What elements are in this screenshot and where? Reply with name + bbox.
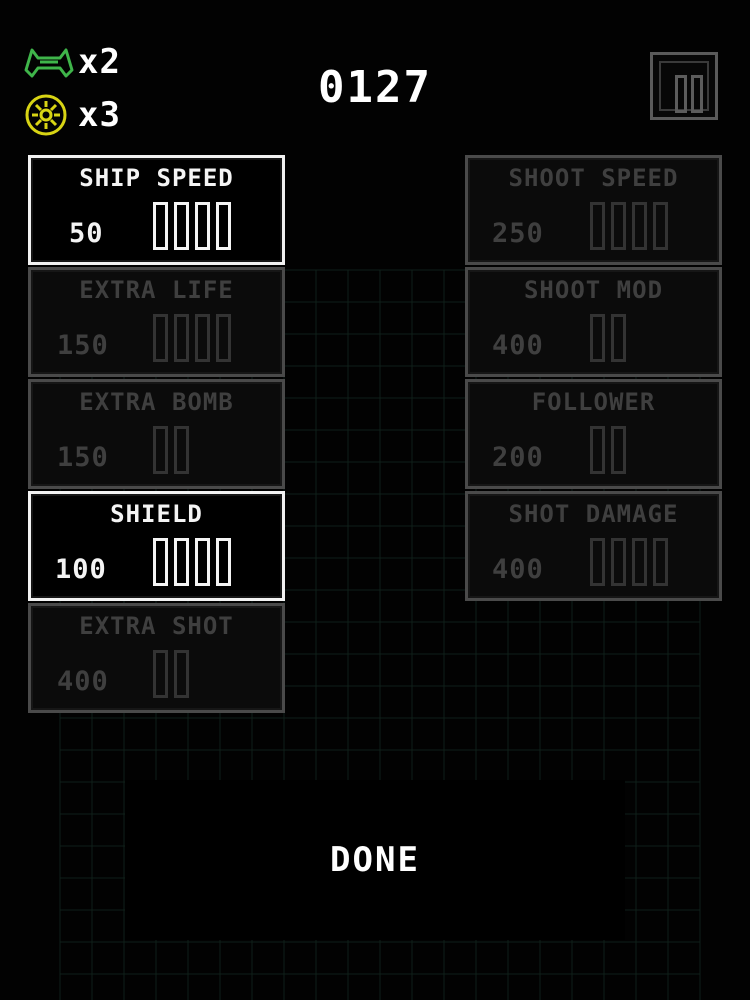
done-button[interactable]: DONE — [125, 780, 625, 940]
upgrade-level-slot — [174, 426, 189, 474]
upgrade-level-slots — [153, 202, 231, 256]
upgrade-level-slot — [174, 650, 189, 698]
upgrade-level-slot — [216, 538, 231, 586]
upgrade-cost: 400 — [492, 330, 544, 361]
upgrade-cost: 400 — [57, 666, 109, 697]
upgrade-shot-damage[interactable]: SHOT DAMAGE 400 — [465, 491, 722, 601]
pause-button[interactable] — [650, 52, 718, 120]
upgrade-level-slot — [653, 538, 668, 586]
upgrade-level-slot — [153, 538, 168, 586]
upgrade-extra-bomb[interactable]: EXTRA BOMB 150 — [28, 379, 285, 489]
upgrade-cost: 150 — [57, 330, 109, 361]
upgrade-screen: x2 x3 0127 SHIP SPEED 50 EXTRA LIFE 150 — [0, 0, 750, 1000]
upgrade-level-slot — [632, 202, 647, 250]
upgrade-cost: 400 — [492, 554, 544, 585]
upgrade-title: EXTRA BOMB — [79, 388, 234, 416]
upgrade-level-slot — [611, 314, 626, 362]
upgrade-level-slots — [153, 314, 231, 368]
upgrade-title: EXTRA SHOT — [79, 612, 234, 640]
upgrade-follower[interactable]: FOLLOWER 200 — [465, 379, 722, 489]
upgrade-title: SHOOT MOD — [523, 276, 664, 304]
upgrade-level-slot — [611, 538, 626, 586]
upgrade-cost: 250 — [492, 218, 544, 249]
upgrade-shoot-speed[interactable]: SHOOT SPEED 250 — [465, 155, 722, 265]
score-display: 0127 — [318, 62, 432, 113]
upgrade-level-slots — [590, 314, 626, 368]
lives-count: x2 — [78, 42, 121, 82]
upgrade-level-slot — [611, 426, 626, 474]
upgrade-level-slot — [195, 538, 210, 586]
upgrade-level-slot — [653, 202, 668, 250]
upgrade-extra-shot[interactable]: EXTRA SHOT 400 — [28, 603, 285, 713]
upgrade-level-slot — [590, 202, 605, 250]
bombs-indicator: x3 — [22, 93, 121, 137]
upgrade-level-slot — [153, 650, 168, 698]
upgrade-extra-life[interactable]: EXTRA LIFE 150 — [28, 267, 285, 377]
upgrade-title: SHIP SPEED — [79, 164, 234, 192]
upgrade-level-slot — [174, 314, 189, 362]
upgrade-cost: 50 — [69, 218, 104, 249]
upgrade-level-slot — [590, 538, 605, 586]
bombs-count: x3 — [78, 95, 121, 135]
upgrade-cost: 100 — [55, 554, 107, 585]
upgrade-level-slot — [216, 314, 231, 362]
upgrade-level-slot — [611, 202, 626, 250]
upgrade-level-slot — [174, 202, 189, 250]
upgrade-level-slot — [153, 426, 168, 474]
pause-icon — [659, 61, 709, 113]
upgrade-cost: 150 — [57, 442, 109, 473]
upgrade-level-slot — [174, 538, 189, 586]
upgrade-title: SHOT DAMAGE — [508, 500, 679, 528]
upgrade-level-slots — [153, 650, 189, 704]
pause-icon-bar — [675, 75, 687, 113]
upgrade-cost: 200 — [492, 442, 544, 473]
upgrade-title: FOLLOWER — [531, 388, 656, 416]
upgrade-level-slot — [195, 202, 210, 250]
pause-icon-bar — [691, 75, 703, 113]
upgrade-level-slots — [153, 538, 231, 592]
upgrade-level-slot — [590, 314, 605, 362]
upgrade-level-slots — [590, 426, 626, 480]
upgrade-level-slot — [590, 426, 605, 474]
upgrade-level-slot — [216, 202, 231, 250]
upgrade-level-slot — [153, 202, 168, 250]
upgrade-title: SHIELD — [110, 500, 203, 528]
upgrade-shoot-mod[interactable]: SHOOT MOD 400 — [465, 267, 722, 377]
upgrade-title: SHOOT SPEED — [508, 164, 679, 192]
upgrade-shield[interactable]: SHIELD 100 — [28, 491, 285, 601]
upgrade-level-slots — [590, 538, 668, 592]
upgrade-level-slots — [153, 426, 189, 480]
upgrade-level-slots — [590, 202, 668, 256]
ship-icon — [24, 48, 74, 78]
upgrade-ship-speed[interactable]: SHIP SPEED 50 — [28, 155, 285, 265]
upgrade-level-slot — [195, 314, 210, 362]
lives-indicator: x2 — [22, 40, 121, 84]
upgrade-level-slot — [153, 314, 168, 362]
upgrade-title: EXTRA LIFE — [79, 276, 234, 304]
upgrade-level-slot — [632, 538, 647, 586]
bomb-icon — [25, 94, 67, 136]
